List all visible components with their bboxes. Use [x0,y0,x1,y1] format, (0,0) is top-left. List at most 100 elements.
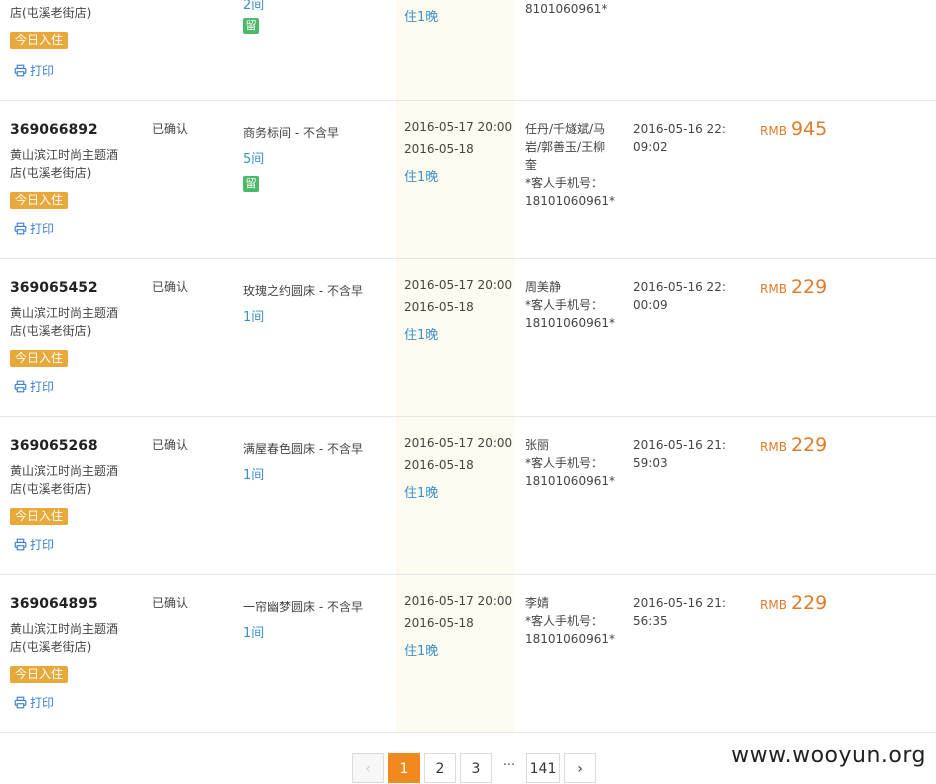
room-type: 一帘幽梦圆床 - 不含早 [243,600,363,614]
print-button[interactable]: 打印 [14,694,54,711]
price-amount: 229 [790,434,828,456]
guest-names: 周美静 [525,280,562,294]
print-button[interactable]: 打印 [14,378,54,395]
booking-time: 2016-05-16 22:00:09 [633,280,726,312]
nights: 住1晚 [404,170,439,185]
checkout-date: 2016-05-18 [404,300,474,314]
printer-icon [14,380,27,393]
price-amount: 229 [790,592,828,614]
guest-names: 张丽 [525,438,550,452]
watermark: www.wooyun.org [731,743,926,768]
booking-time: 2016-05-16 21:56:35 [633,596,726,628]
pagination: ‹ 1 2 3 ··· 141 › [352,753,596,783]
room-type: 满屋春色圆床 - 不含早 [243,442,363,456]
order-id[interactable]: 369065268 [10,438,98,454]
printer-icon [14,538,27,551]
order-price: RMB 229 [760,276,827,298]
print-button[interactable]: 打印 [14,62,54,79]
print-label: 打印 [30,538,55,552]
prev-page-button[interactable]: ‹ [352,753,384,783]
nights: 住1晚 [404,644,439,659]
today-checkin-badge: 今日入住 [10,350,69,367]
hotel-name: 店(屯溪老街店) [10,6,92,20]
retain-badge: 留 [243,176,259,192]
hotel-name: 黄山滨江时尚主题酒店(屯溪老街店) [10,622,119,654]
room-count: 1间 [243,626,265,641]
order-price: RMB 945 [760,118,827,140]
next-page-button[interactable]: › [564,753,596,783]
nights: 住1晚 [404,486,439,501]
table-row: 369065452 黄山滨江时尚主题酒店(屯溪老街店) 今日入住 打印 已确认 … [0,258,936,417]
today-checkin-badge: 今日入住 [10,32,69,49]
checkout-date: 2016-05-18 [404,616,474,630]
hotel-name: 黄山滨江时尚主题酒店(屯溪老街店) [10,306,119,338]
checkin-time: 2016-05-17 20:00 [404,278,513,292]
page-2-button[interactable]: 2 [424,753,456,783]
checkin-time: 2016-05-17 20:00 [404,436,513,450]
table-row: 369064895 黄山滨江时尚主题酒店(屯溪老街店) 今日入住 打印 已确认 … [0,574,936,733]
print-label: 打印 [30,222,55,236]
today-checkin-badge: 今日入住 [10,192,69,209]
retain-badge: 留 [243,18,259,34]
printer-icon [14,64,27,77]
room-count: 2间 [243,0,265,13]
order-id[interactable]: 369066892 [10,122,98,138]
room-count: 1间 [243,468,265,483]
order-price: RMB 229 [760,592,827,614]
price-currency: RMB [760,440,787,454]
today-checkin-badge: 今日入住 [10,666,69,683]
room-count: 5间 [243,152,265,167]
order-status: 已确认 [152,438,189,452]
printer-icon [14,222,27,235]
guest-phone: *客人手机号：18101060961* [525,176,615,208]
order-status: 已确认 [152,122,189,136]
checkin-time: 2016-05-17 20:00 [404,594,513,608]
guest-names: 任丹/千燧斌/马岩/郭善玉/王柳奎 [525,122,606,172]
order-status: 已确认 [152,280,189,294]
booking-time: 2016-05-16 22:09:02 [633,122,726,154]
guest-info: 任丹/千燧斌/马岩/郭善玉/王柳奎 *客人手机号：18101060961* [525,120,615,210]
printer-icon [14,696,27,709]
table-row: 店(屯溪老街店) 今日入住 打印 2间 留 住1晚 8101060961* [0,0,936,101]
page-3-button[interactable]: 3 [460,753,492,783]
price-currency: RMB [760,598,787,612]
price-amount: 945 [790,118,828,140]
order-price: RMB 229 [760,434,827,456]
print-label: 打印 [30,696,55,710]
guest-names: 李婧 [525,596,550,610]
price-currency: RMB [760,124,787,138]
booking-time: 2016-05-16 21:59:03 [633,438,726,470]
page-1-button[interactable]: 1 [388,753,420,783]
guest-phone: *客人手机号：18101060961* [525,298,615,330]
hotel-name: 黄山滨江时尚主题酒店(屯溪老街店) [10,148,119,180]
table-row: 369065268 黄山滨江时尚主题酒店(屯溪老街店) 今日入住 打印 已确认 … [0,416,936,575]
guest-phone: 8101060961* [525,2,608,16]
room-count: 1间 [243,310,265,325]
hotel-name: 黄山滨江时尚主题酒店(屯溪老街店) [10,464,119,496]
nights: 住1晚 [404,328,439,343]
order-id[interactable]: 369065452 [10,280,98,296]
checkin-time: 2016-05-17 20:00 [404,120,513,134]
print-label: 打印 [30,380,55,394]
order-id[interactable]: 369064895 [10,596,98,612]
guest-phone: *客人手机号：18101060961* [525,456,615,488]
print-button[interactable]: 打印 [14,220,54,237]
page-last-button[interactable]: 141 [526,753,560,783]
room-type: 商务标间 - 不含早 [243,126,339,140]
checkout-date: 2016-05-18 [404,458,474,472]
order-status: 已确认 [152,596,189,610]
nights: 住1晚 [404,10,439,25]
table-row: 369066892 黄山滨江时尚主题酒店(屯溪老街店) 今日入住 打印 已确认 … [0,100,936,259]
price-amount: 229 [790,276,828,298]
checkout-date: 2016-05-18 [404,142,474,156]
guest-info: 周美静 *客人手机号：18101060961* [525,278,615,332]
print-label: 打印 [30,64,55,78]
price-currency: RMB [760,282,787,296]
print-button[interactable]: 打印 [14,536,54,553]
room-type: 玫瑰之约圆床 - 不含早 [243,284,363,298]
pagination-ellipsis: ··· [502,758,516,773]
guest-info: 张丽 *客人手机号：18101060961* [525,436,615,490]
guest-info: 李婧 *客人手机号：18101060961* [525,594,615,648]
today-checkin-badge: 今日入住 [10,508,69,525]
guest-phone: *客人手机号：18101060961* [525,614,615,646]
